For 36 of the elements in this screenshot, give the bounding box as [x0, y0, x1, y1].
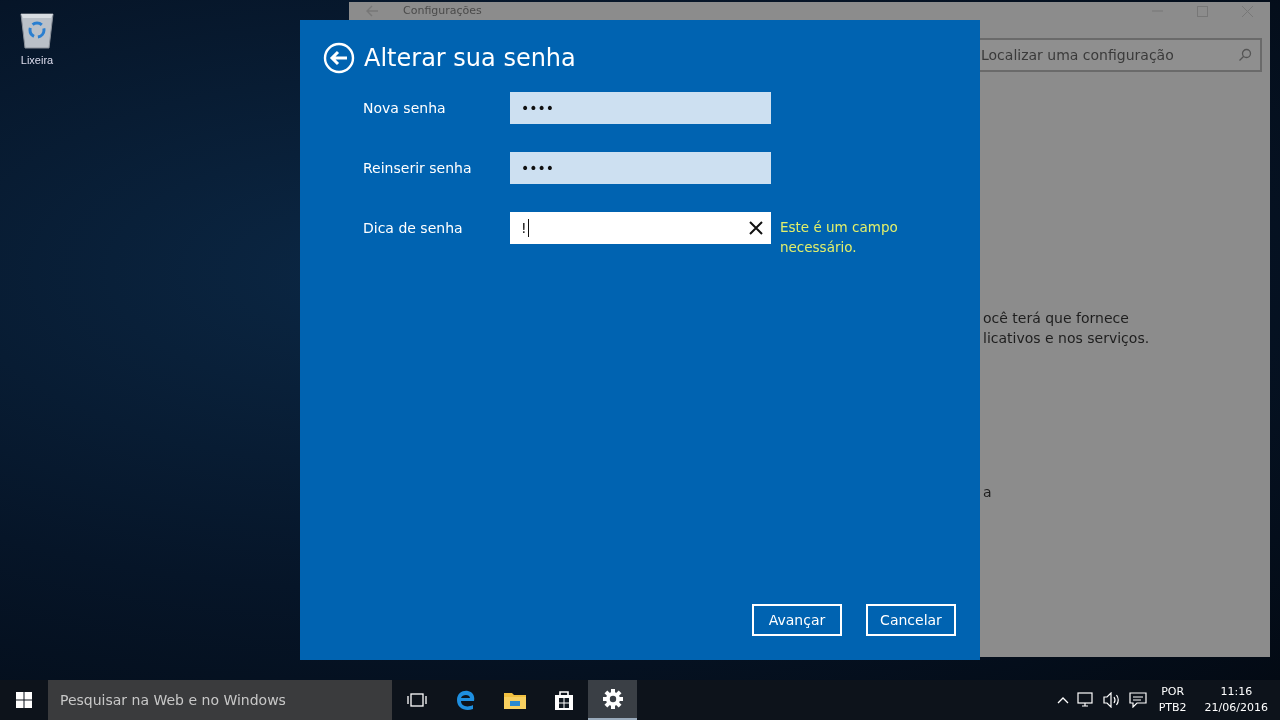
windows-logo-icon	[16, 692, 32, 708]
dialog-button[interactable]: Avançar	[752, 604, 842, 636]
password-field[interactable]: ••••	[510, 92, 771, 124]
speaker-icon[interactable]	[1102, 692, 1121, 708]
description-text: licativos e nos serviços.	[983, 329, 1151, 348]
chevron-up-icon[interactable]	[1056, 696, 1069, 704]
search-field[interactable]: Pesquisar na Web e no Windows	[48, 680, 392, 720]
field-label: Dica de senha	[363, 219, 464, 238]
language-indicator[interactable]: POR PTB2	[1158, 684, 1187, 716]
browser-e-icon[interactable]	[454, 689, 477, 711]
keyboard-layout: PTB2	[1158, 700, 1187, 716]
clock-date: 21/06/2016	[1204, 700, 1268, 716]
clock-time: 11:16	[1220, 684, 1253, 700]
clear-icon[interactable]	[749, 221, 763, 235]
text-field[interactable]: !	[510, 212, 771, 244]
field-label: Nova senha	[363, 99, 447, 118]
search-icon	[1238, 48, 1252, 62]
notification-icon[interactable]	[1128, 692, 1147, 708]
window-title: Configurações	[403, 4, 482, 18]
dialog-title: Alterar sua senha	[364, 43, 576, 74]
field-label: Reinserir senha	[363, 159, 473, 178]
network-icon[interactable]	[1076, 692, 1095, 708]
description-text: ocê terá que fornece	[983, 309, 1130, 328]
error-message: Este é um campo necessário.	[779, 218, 899, 257]
dialog-button[interactable]: Cancelar	[866, 604, 956, 636]
text-caret	[527, 219, 529, 237]
icon-label: Lixeira	[20, 54, 54, 66]
clock[interactable]: 11:16 21/06/2016	[1204, 684, 1268, 716]
password-field[interactable]: ••••	[510, 152, 771, 184]
task-view-icon[interactable]	[406, 692, 427, 708]
shopping-bag-icon[interactable]	[552, 689, 575, 711]
settings-icon[interactable]	[601, 688, 624, 710]
taskbar-app[interactable]	[588, 680, 637, 720]
folder-icon[interactable]	[502, 690, 527, 710]
description-text: a	[983, 483, 993, 502]
language-code: POR	[1161, 684, 1185, 700]
